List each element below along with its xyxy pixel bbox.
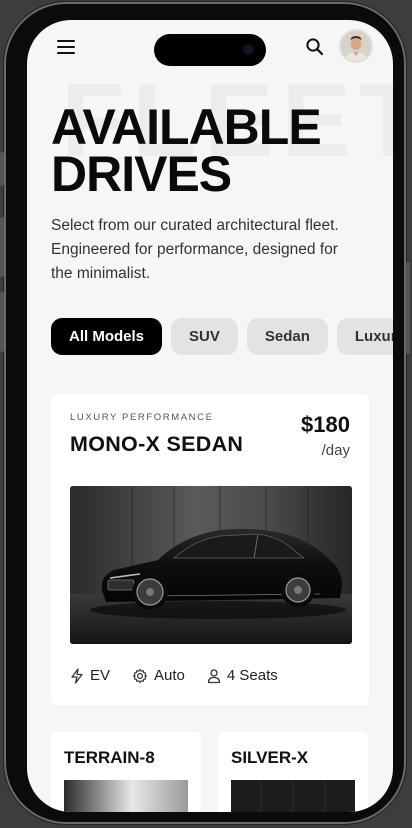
car-specs: EV Auto 4 Seats <box>70 667 278 684</box>
mute-switch <box>0 152 4 186</box>
car-name: TERRAIN-8 <box>64 748 155 767</box>
car-card-terrain-8[interactable]: TERRAIN-8 <box>51 732 201 812</box>
suv-image <box>64 780 188 812</box>
app-screen: FLEET AVAILABLE DRIVES <box>27 20 393 812</box>
filter-chip-all-models[interactable]: All Models <box>51 318 163 355</box>
sedan-image <box>70 486 352 644</box>
filter-chips: All Models SUV Sedan Luxury <box>51 318 393 355</box>
silver-car-image <box>231 780 355 812</box>
spec-transmission-label: Auto <box>154 667 185 684</box>
hamburger-menu-icon[interactable] <box>57 40 75 54</box>
dynamic-island <box>154 34 266 66</box>
filter-chip-sedan[interactable]: Sedan <box>246 318 328 355</box>
spec-transmission: Auto <box>132 667 185 684</box>
phone-frame: FLEET AVAILABLE DRIVES <box>0 2 410 824</box>
spec-powertrain-label: EV <box>90 667 111 684</box>
avatar-portrait-icon <box>341 31 371 61</box>
user-avatar[interactable] <box>339 29 373 63</box>
power-button <box>406 262 410 354</box>
spec-seats-label: 4 Seats <box>226 667 278 684</box>
person-icon <box>207 668 221 683</box>
price-amount: $180 <box>301 412 350 437</box>
volume-up-button <box>0 217 4 277</box>
spec-seats: 4 Seats <box>207 667 278 684</box>
price-unit: /day <box>321 442 350 459</box>
lightning-bolt-icon <box>71 667 83 684</box>
price-block: $180 /day <box>301 412 350 459</box>
camera-icon <box>243 44 254 55</box>
volume-down-button <box>0 292 4 352</box>
car-photo <box>70 486 352 644</box>
search-icon[interactable] <box>305 37 325 57</box>
filter-chip-luxury[interactable]: Luxury <box>336 318 393 355</box>
car-card-silver-x[interactable]: SILVER-X <box>218 732 368 812</box>
page-subtitle: Select from our curated architectural fl… <box>51 217 339 282</box>
featured-car-card[interactable]: LUXURY PERFORMANCE MONO-X SEDAN $180 /da… <box>51 394 369 706</box>
page-title: AVAILABLE DRIVES <box>51 99 381 202</box>
title-line-1: AVAILABLE <box>51 99 322 155</box>
car-name: MONO-X SEDAN <box>70 432 244 456</box>
card-category: LUXURY PERFORMANCE <box>70 412 214 423</box>
gear-icon <box>132 668 148 683</box>
title-line-2: DRIVES <box>51 146 232 202</box>
spec-powertrain: EV <box>70 667 110 684</box>
car-name: SILVER-X <box>231 748 309 767</box>
filter-chip-suv[interactable]: SUV <box>171 318 238 355</box>
